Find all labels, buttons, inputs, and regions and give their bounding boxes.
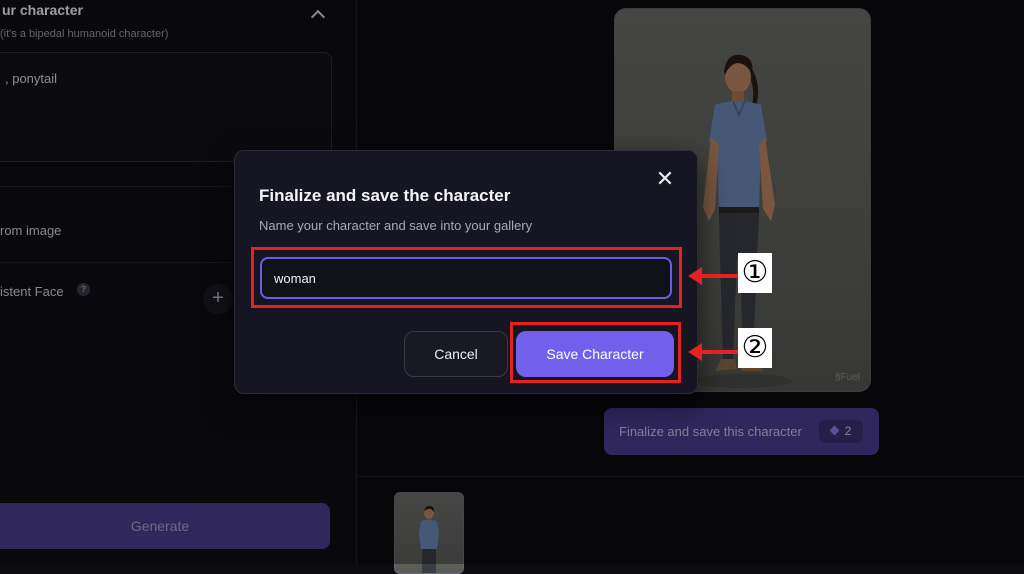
cancel-button[interactable]: Cancel xyxy=(404,331,508,377)
annotation-marker-2: ② xyxy=(738,328,772,368)
annotation-highlight-save xyxy=(510,322,681,383)
close-icon[interactable]: ✕ xyxy=(655,168,675,190)
arrow-left-icon xyxy=(688,343,702,361)
dialog-title: Finalize and save the character xyxy=(259,186,511,205)
annotation-arrow-line xyxy=(700,274,738,278)
annotation-marker-1: ① xyxy=(738,253,772,293)
dialog-subtitle: Name your character and save into your g… xyxy=(259,218,533,233)
annotation-highlight-input xyxy=(251,247,682,308)
arrow-left-icon xyxy=(688,267,702,285)
annotation-arrow-line xyxy=(700,350,738,354)
